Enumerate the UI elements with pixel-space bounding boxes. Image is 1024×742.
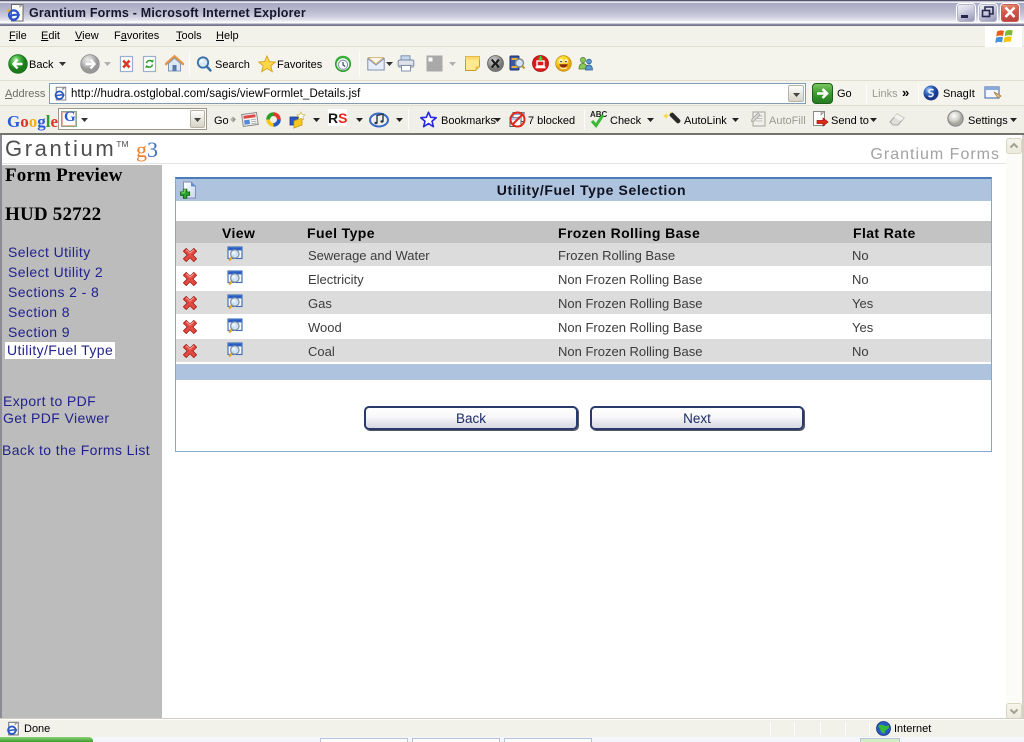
svg-text:ABC: ABC xyxy=(590,110,608,119)
